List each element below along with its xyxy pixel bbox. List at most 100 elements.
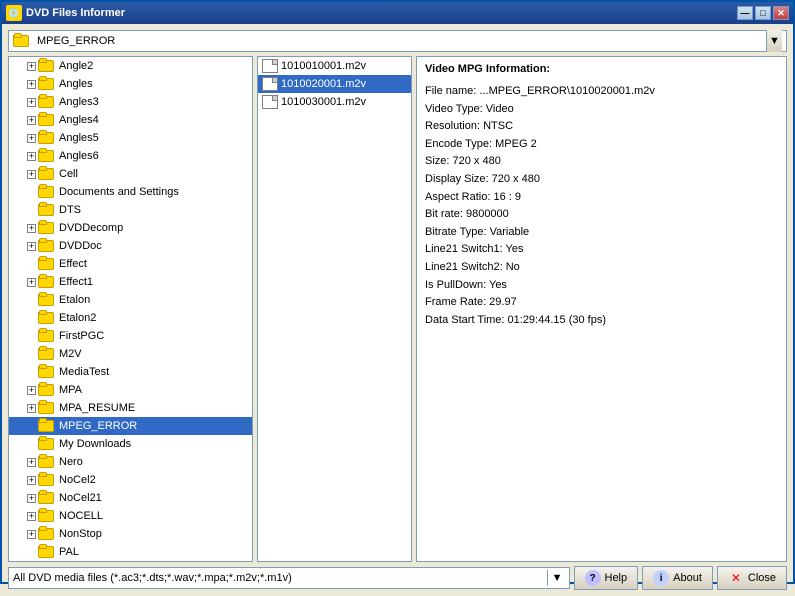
- tree-label-m2v: M2V: [59, 348, 82, 360]
- middle-section: +Angle2+Angles+Angles3+Angles4+Angles5+A…: [8, 56, 787, 562]
- tree-expand-mpa_resume[interactable]: +: [27, 404, 36, 413]
- tree-item-my_downloads[interactable]: My Downloads: [9, 435, 252, 453]
- tree-label-dvddecomp: DVDDecomp: [59, 222, 123, 234]
- folder-icon-angles3: [38, 96, 54, 108]
- tree-expand-nonstop[interactable]: +: [27, 530, 36, 539]
- tree-item-angles[interactable]: +Angles: [9, 75, 252, 93]
- tree-label-angles6: Angles6: [59, 150, 99, 162]
- tree-label-etalon: Etalon: [59, 294, 90, 306]
- info-line-ispulldown: Is PullDown: Yes: [425, 277, 778, 295]
- tree-expand-angles3[interactable]: +: [27, 98, 36, 107]
- tree-item-firstpgc[interactable]: FirstPGC: [9, 327, 252, 345]
- tree-item-etalon[interactable]: Etalon: [9, 291, 252, 309]
- tree-expand-nocel2[interactable]: +: [27, 476, 36, 485]
- file-list-item-file3[interactable]: 1010030001.m2v: [258, 93, 411, 111]
- tree-label-cell: Cell: [59, 168, 78, 180]
- tree-item-angles3[interactable]: +Angles3: [9, 93, 252, 111]
- close-button[interactable]: ✕ Close: [717, 566, 787, 590]
- tree-label-effect: Effect: [59, 258, 87, 270]
- tree-expand-dvddoc[interactable]: +: [27, 242, 36, 251]
- info-line-videotype: Video Type: Video: [425, 101, 778, 119]
- info-line-line21sw1: Line21 Switch1: Yes: [425, 241, 778, 259]
- tree-label-mediatest: MediaTest: [59, 366, 109, 378]
- tree-expand-nero[interactable]: +: [27, 458, 36, 467]
- folder-dropdown-icon: [13, 35, 29, 47]
- tree-item-pal[interactable]: PAL: [9, 543, 252, 561]
- tree-expand-angles5[interactable]: +: [27, 134, 36, 143]
- file-list-panel: 1010010001.m2v1010020001.m2v1010030001.m…: [257, 56, 412, 562]
- folder-dropdown[interactable]: MPEG_ERROR ▼: [8, 30, 787, 52]
- file-list-item-file1[interactable]: 1010010001.m2v: [258, 57, 411, 75]
- tree-item-angles4[interactable]: +Angles4: [9, 111, 252, 129]
- tree-item-angle2[interactable]: + Angle2: [9, 57, 252, 75]
- folder-icon-m2v: [38, 348, 54, 360]
- info-line-filename: File name: ...MPEG_ERROR\1010020001.m2v: [425, 83, 778, 101]
- window-controls: — □ ✕: [737, 6, 789, 20]
- folder-dropdown-arrow: ▼: [766, 30, 782, 52]
- maximize-button[interactable]: □: [755, 6, 771, 20]
- file-list-scroll[interactable]: 1010010001.m2v1010020001.m2v1010030001.m…: [258, 57, 411, 561]
- tree-item-nero[interactable]: +Nero: [9, 453, 252, 471]
- tree-item-mpa_resume[interactable]: +MPA_RESUME: [9, 399, 252, 417]
- tree-expand-nocell[interactable]: +: [27, 512, 36, 521]
- tree-label-nocel21: NoCel21: [59, 492, 102, 504]
- tree-item-documents[interactable]: Documents and Settings: [9, 183, 252, 201]
- tree-item-etalon2[interactable]: Etalon2: [9, 309, 252, 327]
- tree-expand-nocel21[interactable]: +: [27, 494, 36, 503]
- tree-item-dts[interactable]: DTS: [9, 201, 252, 219]
- tree-item-nocel21[interactable]: + NoCel21: [9, 489, 252, 507]
- about-button[interactable]: i About: [642, 566, 713, 590]
- tree-expand-effect1[interactable]: +: [27, 278, 36, 287]
- file-tree-scroll[interactable]: +Angle2+Angles+Angles3+Angles4+Angles5+A…: [9, 57, 252, 561]
- help-button[interactable]: ? Help: [574, 566, 639, 590]
- tree-expand-dvddecomp[interactable]: +: [27, 224, 36, 233]
- tree-item-mpa[interactable]: + MPA: [9, 381, 252, 399]
- tree-label-pal: PAL: [59, 546, 79, 558]
- folder-icon-dvddoc: [38, 240, 54, 252]
- tree-label-dts: DTS: [59, 204, 81, 216]
- tree-expand-angles[interactable]: +: [27, 80, 36, 89]
- tree-item-nocell[interactable]: +NOCELL: [9, 507, 252, 525]
- tree-label-angle2: Angle2: [59, 60, 93, 72]
- folder-icon-mediatest: [38, 366, 54, 378]
- tree-expand-angle2[interactable]: +: [27, 62, 36, 71]
- window-title: DVD Files Informer: [26, 7, 737, 19]
- tree-item-nonstop[interactable]: +NonStop: [9, 525, 252, 543]
- folder-icon-mpa_resume: [38, 402, 54, 414]
- folder-icon-etalon: [38, 294, 54, 306]
- tree-expand-angles6[interactable]: +: [27, 152, 36, 161]
- info-line-aspectratio: Aspect Ratio: 16 : 9: [425, 189, 778, 207]
- dropdown-arrow-icon: ▼: [769, 35, 780, 47]
- minimize-button[interactable]: —: [737, 6, 753, 20]
- tree-item-dvddecomp[interactable]: + DVDDecomp: [9, 219, 252, 237]
- file-list-item-file2[interactable]: 1010020001.m2v: [258, 75, 411, 93]
- main-content: MPEG_ERROR ▼ +Angle2+Angles+Angles3+Angl…: [2, 24, 793, 596]
- tree-item-nocel2[interactable]: +NoCel2: [9, 471, 252, 489]
- tree-expand-cell[interactable]: +: [27, 170, 36, 179]
- info-line-bitrate: Bit rate: 9800000: [425, 206, 778, 224]
- folder-icon-nocell: [38, 510, 54, 522]
- bottom-dropdown[interactable]: All DVD media files (*.ac3;*.dts;*.wav;*…: [8, 567, 570, 589]
- folder-icon-cell: [38, 168, 54, 180]
- tree-item-m2v[interactable]: M2V: [9, 345, 252, 363]
- folder-icon-angles6: [38, 150, 54, 162]
- tree-item-angles6[interactable]: + Angles6: [9, 147, 252, 165]
- tree-label-angles5: Angles5: [59, 132, 99, 144]
- tree-item-dvddoc[interactable]: +DVDDoc: [9, 237, 252, 255]
- tree-item-angles5[interactable]: + Angles5: [9, 129, 252, 147]
- folder-icon-firstpgc: [38, 330, 54, 342]
- tree-expand-mpa[interactable]: +: [27, 386, 36, 395]
- folder-icon-mpa: [38, 384, 54, 396]
- tree-item-mpeg_error[interactable]: MPEG_ERROR: [9, 417, 252, 435]
- tree-label-mpa: MPA: [59, 384, 82, 396]
- tree-item-effect[interactable]: Effect: [9, 255, 252, 273]
- bottom-buttons: ? Help i About ✕ Close: [574, 566, 788, 590]
- info-line-size: Size: 720 x 480: [425, 153, 778, 171]
- tree-item-cell[interactable]: + Cell: [9, 165, 252, 183]
- title-bar: 💿 DVD Files Informer — □ ✕: [2, 2, 793, 24]
- tree-item-mediatest[interactable]: MediaTest: [9, 363, 252, 381]
- tree-expand-angles4[interactable]: +: [27, 116, 36, 125]
- tree-item-effect1[interactable]: +Effect1: [9, 273, 252, 291]
- window-close-button[interactable]: ✕: [773, 6, 789, 20]
- folder-dropdown-value: MPEG_ERROR: [37, 35, 762, 47]
